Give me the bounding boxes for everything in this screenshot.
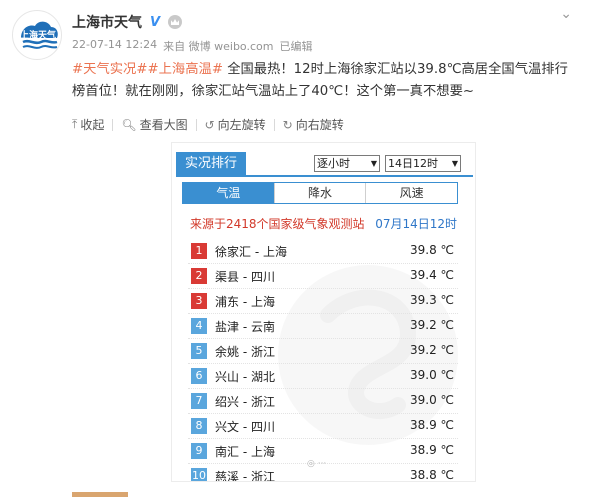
ranking-row: 4 盐津 - 云南 39.2 ℃	[188, 314, 458, 339]
chevron-down-icon[interactable]: ⌄	[560, 6, 572, 22]
rank-badge: 9	[191, 443, 207, 459]
ranking-row: 3 浦东 - 上海 39.3 ℃	[188, 289, 458, 314]
rank-badge: 5	[191, 343, 207, 359]
author-line: 上海市天气 V	[72, 12, 182, 32]
temperature-value: 39.2 ℃	[409, 318, 454, 332]
rotate-left-label: 向左旋转	[217, 118, 266, 132]
toolbar-divider	[195, 118, 197, 131]
image-toolbar: ⤒ 收起 🔍︎ 查看大图 ↺ 向左旋转 ↻ 向右旋转	[72, 116, 344, 133]
rank-badge: 10	[191, 468, 207, 482]
rank-badge: 8	[191, 418, 207, 434]
image-watermark: ◎ ···	[307, 459, 327, 469]
ranking-row: 2 渠县 - 四川 39.4 ℃	[188, 264, 458, 289]
edited-label[interactable]: 已编辑	[279, 38, 312, 54]
temperature-value: 38.9 ℃	[409, 443, 454, 457]
time-select-value: 14日12时	[388, 157, 438, 170]
rank-badge: 3	[191, 293, 207, 309]
ranking-row: 7 绍兴 - 浙江 39.0 ℃	[188, 389, 458, 414]
tab-precipitation[interactable]: 降水	[273, 183, 366, 203]
collapse-button[interactable]: ⤒ 收起	[72, 116, 104, 133]
station-name: 盐津 - 云南	[215, 320, 275, 334]
station-name: 绍兴 - 浙江	[215, 395, 275, 409]
time-select[interactable]: 14日12时 ▼	[385, 155, 461, 172]
select-caret-icon: ▼	[451, 159, 458, 168]
collapse-label: 收起	[80, 118, 105, 132]
temperature-value: 39.2 ℃	[409, 343, 454, 357]
ranking-title: 实况排行	[176, 152, 247, 176]
select-caret-icon: ▼	[370, 159, 377, 168]
rank-badge: 2	[191, 268, 207, 284]
station-name: 余姚 - 浙江	[215, 345, 275, 359]
toolbar-divider	[273, 118, 275, 131]
toolbar-divider	[112, 118, 114, 131]
temperature-value: 39.4 ℃	[409, 268, 454, 282]
shanghai-weather-logo: 上海天气	[20, 21, 58, 49]
rotate-left-icon: ↺	[204, 117, 215, 132]
interval-select[interactable]: 逐小时 ▼	[314, 155, 380, 172]
view-large-button[interactable]: 🔍︎ 查看大图	[121, 116, 187, 133]
source-note: 来源于2418个国家级气象观测站	[190, 217, 365, 231]
rank-badge: 7	[191, 393, 207, 409]
ranking-date: 07月14日12时	[375, 217, 457, 231]
rank-badge: 6	[191, 368, 207, 384]
hashtag-weather-live[interactable]: #天气实况#	[72, 62, 147, 77]
ranking-row: 6 兴山 - 湖北 39.0 ℃	[188, 364, 458, 389]
rank-badge: 4	[191, 318, 207, 334]
temperature-value: 38.9 ℃	[409, 418, 454, 432]
crown-icon	[168, 15, 182, 29]
post-meta: 22-07-14 12:24 来自 微博 weibo.com 已编辑	[72, 38, 312, 54]
hashtag-shanghai-heat[interactable]: #上海高温#	[147, 62, 222, 77]
tab-wind-speed[interactable]: 风速	[365, 183, 457, 203]
interval-select-value: 逐小时	[317, 157, 350, 170]
post-time[interactable]: 22-07-14 12:24	[72, 38, 157, 54]
rotate-right-button[interactable]: ↻ 向右旋转	[283, 116, 344, 133]
ranking-image[interactable]: 实况排行 逐小时 ▼ 14日12时 ▼ 气温 降水 风速 来源于2418个国家级气象…	[171, 142, 476, 482]
next-image-strip	[72, 492, 128, 497]
station-name: 浦东 - 上海	[215, 295, 275, 309]
temperature-value: 39.0 ℃	[409, 393, 454, 407]
svg-text:上海天气: 上海天气	[20, 29, 56, 41]
temperature-value: 39.8 ℃	[409, 243, 454, 257]
author-name[interactable]: 上海市天气	[72, 12, 142, 32]
avatar[interactable]: 上海天气	[12, 10, 62, 60]
temperature-value: 39.3 ℃	[409, 293, 454, 307]
verified-icon: V	[149, 14, 161, 30]
post-text: #天气实况##上海高温# 全国最热！12时上海徐家汇站以39.8℃高居全国气温排…	[72, 59, 577, 103]
ranking-row: 8 兴文 - 四川 38.9 ℃	[188, 414, 458, 439]
ranking-header: 实况排行 逐小时 ▼ 14日12时 ▼	[176, 152, 473, 177]
metric-tabs: 气温 降水 风速	[182, 182, 458, 204]
station-name: 南汇 - 上海	[215, 445, 275, 459]
collapse-icon: ⤒	[72, 117, 78, 131]
station-name: 兴山 - 湖北	[215, 370, 275, 384]
zoom-icon: 🔍︎	[121, 117, 137, 132]
ranking-row: 5 余姚 - 浙江 39.2 ℃	[188, 339, 458, 364]
ranking-list: 1 徐家汇 - 上海 39.8 ℃ 2 渠县 - 四川 39.4 ℃ 3 浦东 - 上海 39.…	[188, 239, 458, 482]
rotate-right-label: 向右旋转	[295, 118, 344, 132]
station-name: 渠县 - 四川	[215, 270, 275, 284]
tab-temperature[interactable]: 气温	[183, 183, 274, 203]
rotate-left-button[interactable]: ↺ 向左旋转	[205, 116, 266, 133]
rank-badge: 1	[191, 243, 207, 259]
station-name: 徐家汇 - 上海	[215, 245, 287, 259]
ranking-row: 1 徐家汇 - 上海 39.8 ℃	[188, 239, 458, 264]
rotate-right-icon: ↻	[282, 117, 293, 132]
temperature-value: 38.8 ℃	[409, 468, 454, 482]
view-large-label: 查看大图	[139, 118, 188, 132]
station-name: 兴文 - 四川	[215, 420, 275, 434]
post-source: 来自 微博 weibo.com	[163, 40, 274, 53]
temperature-value: 39.0 ℃	[409, 368, 454, 382]
station-name: 慈溪 - 浙江	[215, 470, 275, 482]
